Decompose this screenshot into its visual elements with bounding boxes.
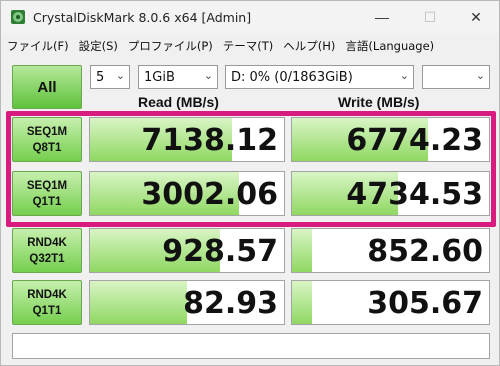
close-button[interactable]: ✕ <box>453 1 499 33</box>
menu-language[interactable]: 言語(Language) <box>345 38 434 54</box>
minimize-button[interactable]: — <box>359 1 405 33</box>
write-result-rnd4k-q32t1: 852.60 <box>291 228 490 273</box>
chevron-down-icon: ⌄ <box>115 69 125 82</box>
read-value: 7138.12 <box>141 123 278 158</box>
test-button-rnd4k-q32t1[interactable]: RND4K Q32T1 <box>12 228 82 273</box>
write-bar <box>292 281 312 324</box>
menu-help[interactable]: ヘルプ(H) <box>283 38 335 54</box>
title-bar: CrystalDiskMark 8.0.6 x64 [Admin] — ☐ ✕ <box>1 1 499 33</box>
test-count-select[interactable]: 5 ⌄ <box>90 65 130 89</box>
test-label-line1: SEQ1M <box>26 125 68 138</box>
read-value: 928.57 <box>162 234 278 269</box>
write-value: 6774.23 <box>346 123 483 158</box>
write-column-header: Write (MB/s) <box>338 94 420 110</box>
read-result-seq1m-q8t1: 7138.12 <box>89 117 285 162</box>
menu-theme[interactable]: テーマ(T) <box>223 38 274 54</box>
test-label-line2: Q8T1 <box>32 141 62 154</box>
test-button-seq1m-q1t1[interactable]: SEQ1M Q1T1 <box>12 171 82 216</box>
write-bar <box>292 229 312 272</box>
write-value: 4734.53 <box>346 177 483 212</box>
menu-settings[interactable]: 設定(S) <box>79 38 118 54</box>
test-button-seq1m-q8t1[interactable]: SEQ1M Q8T1 <box>12 117 82 162</box>
write-result-seq1m-q8t1: 6774.23 <box>291 117 490 162</box>
read-bar <box>90 281 187 324</box>
test-label-line2: Q1T1 <box>32 195 62 208</box>
test-count-value: 5 <box>96 69 105 85</box>
comment-field[interactable] <box>12 333 490 359</box>
maximize-button[interactable]: ☐ <box>407 1 453 33</box>
menu-profile[interactable]: プロファイル(P) <box>128 38 213 54</box>
read-value: 3002.06 <box>141 177 278 212</box>
write-value: 852.60 <box>367 234 483 269</box>
read-column-header: Read (MB/s) <box>138 94 219 110</box>
read-result-rnd4k-q1t1: 82.93 <box>89 280 285 325</box>
chevron-down-icon: ⌄ <box>203 69 213 82</box>
window-title: CrystalDiskMark 8.0.6 x64 [Admin] <box>33 10 252 25</box>
drive-value: D: 0% (0/1863GiB) <box>231 69 353 85</box>
test-button-rnd4k-q1t1[interactable]: RND4K Q1T1 <box>12 280 82 325</box>
test-label-line1: SEQ1M <box>26 179 68 192</box>
test-label-line1: RND4K <box>27 288 67 301</box>
app-window: CrystalDiskMark 8.0.6 x64 [Admin] — ☐ ✕ … <box>0 0 500 366</box>
write-value: 305.67 <box>367 286 483 321</box>
write-result-rnd4k-q1t1: 305.67 <box>291 280 490 325</box>
test-size-value: 1GiB <box>144 69 175 85</box>
drive-select[interactable]: D: 0% (0/1863GiB) ⌄ <box>225 65 414 89</box>
unit-select[interactable]: ⌄ <box>422 65 490 89</box>
read-result-seq1m-q1t1: 3002.06 <box>89 171 285 216</box>
test-label-line2: Q32T1 <box>29 252 65 265</box>
chevron-down-icon: ⌄ <box>475 69 485 82</box>
test-label-line1: RND4K <box>27 236 67 249</box>
test-size-select[interactable]: 1GiB ⌄ <box>138 65 218 89</box>
write-result-seq1m-q1t1: 4734.53 <box>291 171 490 216</box>
read-value: 82.93 <box>183 286 278 321</box>
chevron-down-icon: ⌄ <box>399 69 409 82</box>
menu-bar: ファイル(F) 設定(S) プロファイル(P) テーマ(T) ヘルプ(H) 言語… <box>1 35 499 57</box>
read-result-rnd4k-q32t1: 928.57 <box>89 228 285 273</box>
crystaldiskmark-app-icon <box>11 10 25 24</box>
test-label-line2: Q1T1 <box>32 304 62 317</box>
run-all-button[interactable]: All <box>12 65 82 109</box>
menu-file[interactable]: ファイル(F) <box>7 38 69 54</box>
